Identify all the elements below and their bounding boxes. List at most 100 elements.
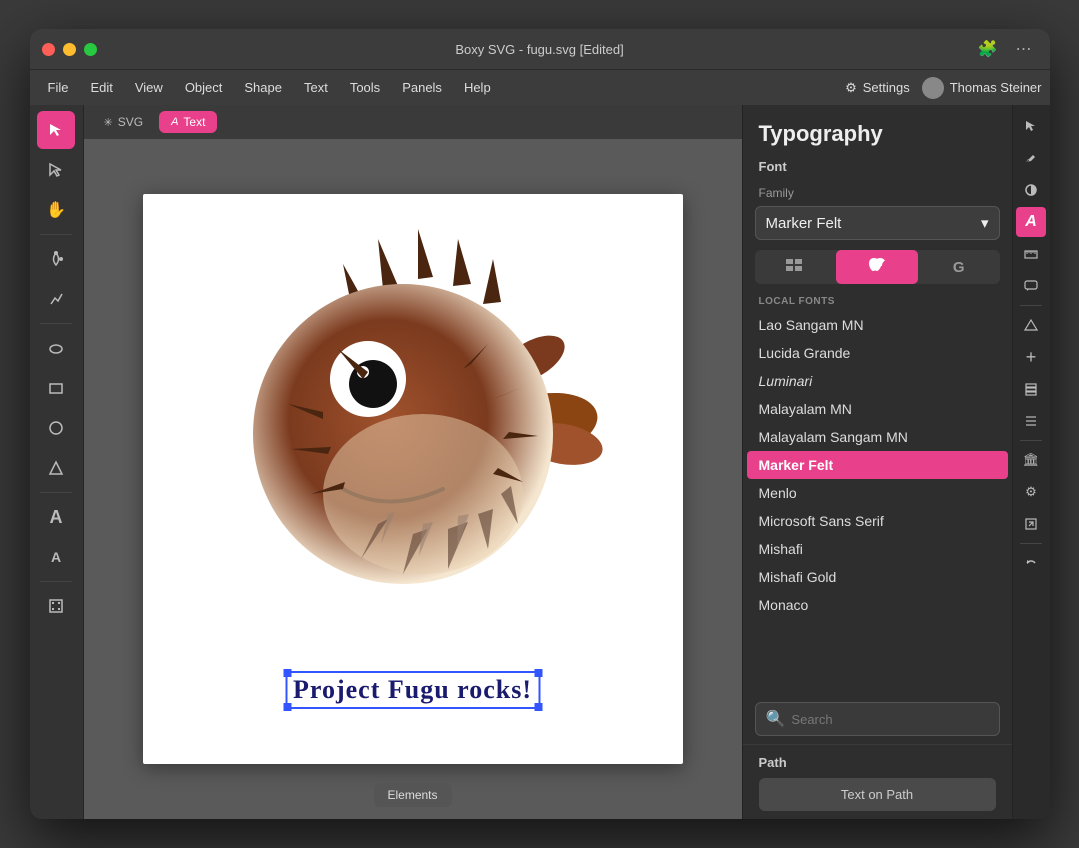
font-item-lucida-grande[interactable]: Lucida Grande bbox=[747, 339, 1008, 367]
gear-tool-right[interactable]: ⚙ bbox=[1016, 477, 1046, 507]
node-edit-tool[interactable] bbox=[37, 240, 75, 278]
font-item-marker-felt[interactable]: Marker Felt bbox=[747, 451, 1008, 479]
font-item-mishafi-gold[interactable]: Mishafi Gold bbox=[747, 563, 1008, 591]
panel-title: Typography bbox=[743, 105, 1012, 155]
settings-label: Settings bbox=[863, 80, 910, 95]
layers-tool-right[interactable] bbox=[1016, 374, 1046, 404]
font-list-section-header: LOCAL FONTS bbox=[743, 292, 1012, 311]
undo-tool-right[interactable] bbox=[1016, 548, 1046, 578]
text-on-path-button[interactable]: Text on Path bbox=[759, 778, 996, 811]
right-separator-3 bbox=[1020, 543, 1042, 544]
main-content: ✋ A A bbox=[30, 105, 1050, 819]
ruler-tool-right[interactable] bbox=[1016, 239, 1046, 269]
font-search-box[interactable]: 🔍 bbox=[755, 702, 1000, 736]
user-button[interactable]: Thomas Steiner bbox=[922, 77, 1042, 99]
font-item-menlo[interactable]: Menlo bbox=[747, 479, 1008, 507]
menu-edit[interactable]: Edit bbox=[80, 76, 122, 99]
font-search-input[interactable] bbox=[791, 712, 988, 727]
settings-sliders-icon: ⚙ bbox=[845, 80, 857, 96]
path-section-label: Path bbox=[759, 755, 996, 770]
handle-tr[interactable] bbox=[534, 669, 542, 677]
font-source-tabs: G bbox=[755, 250, 1000, 284]
circle-tool[interactable] bbox=[37, 409, 75, 447]
font-item-microsoft-sans-serif[interactable]: Microsoft Sans Serif bbox=[747, 507, 1008, 535]
right-separator-1 bbox=[1020, 305, 1042, 306]
maximize-button[interactable] bbox=[84, 43, 97, 56]
canvas-tabs: ✳ SVG A Text bbox=[84, 105, 742, 139]
handle-br[interactable] bbox=[534, 703, 542, 711]
select-tool[interactable] bbox=[37, 111, 75, 149]
menu-shape[interactable]: Shape bbox=[234, 76, 292, 99]
puzzle-icon[interactable]: 🧩 bbox=[974, 35, 1002, 63]
font-item-lao-sangam-mn[interactable]: Lao Sangam MN bbox=[747, 311, 1008, 339]
font-source-apple-tab[interactable] bbox=[836, 250, 918, 284]
menu-text[interactable]: Text bbox=[294, 76, 338, 99]
font-item-mishafi[interactable]: Mishafi bbox=[747, 535, 1008, 563]
font-section-label: Font bbox=[743, 155, 1012, 182]
text-tool[interactable]: A bbox=[37, 498, 75, 536]
menu-panels[interactable]: Panels bbox=[392, 76, 452, 99]
plus-tool-right[interactable]: + bbox=[1016, 342, 1046, 372]
right-separator-2 bbox=[1020, 440, 1042, 441]
apple-icon bbox=[869, 257, 885, 278]
contrast-tool-right[interactable] bbox=[1016, 175, 1046, 205]
canvas-white: Project Fugu rocks! bbox=[143, 194, 683, 764]
rectangle-tool[interactable] bbox=[37, 369, 75, 407]
menubar-right-section: ⚙ Settings Thomas Steiner bbox=[845, 77, 1041, 99]
toolbar-separator-1 bbox=[40, 234, 72, 235]
triangle-tool[interactable] bbox=[37, 449, 75, 487]
comment-tool-right[interactable] bbox=[1016, 271, 1046, 301]
typography-tool-right[interactable]: A bbox=[1016, 207, 1046, 237]
elements-button[interactable]: Elements bbox=[373, 783, 451, 807]
settings-button[interactable]: ⚙ Settings bbox=[845, 80, 910, 96]
tab-text[interactable]: A Text bbox=[159, 111, 217, 133]
frame-tool[interactable] bbox=[37, 587, 75, 625]
tab-svg[interactable]: ✳ SVG bbox=[92, 111, 156, 133]
text-tab-icon: A bbox=[171, 116, 178, 128]
direct-select-tool[interactable] bbox=[37, 151, 75, 189]
font-item-malayalam-mn[interactable]: Malayalam MN bbox=[747, 395, 1008, 423]
tab-svg-label: SVG bbox=[118, 115, 143, 129]
pointer-tool-right[interactable] bbox=[1016, 111, 1046, 141]
handle-tl[interactable] bbox=[283, 669, 291, 677]
bank-tool-right[interactable]: 🏛 bbox=[1016, 445, 1046, 475]
toolbar-separator-3 bbox=[40, 492, 72, 493]
toolbar-separator-4 bbox=[40, 581, 72, 582]
menu-file[interactable]: File bbox=[38, 76, 79, 99]
font-family-dropdown[interactable]: Marker Felt ▾ bbox=[755, 206, 1000, 240]
menu-view[interactable]: View bbox=[125, 76, 173, 99]
font-source-google-tab[interactable]: G bbox=[918, 250, 1000, 284]
font-list: Lao Sangam MN Lucida Grande Luminari Mal… bbox=[747, 311, 1008, 696]
canvas-text-element[interactable]: Project Fugu rocks! bbox=[285, 671, 540, 709]
font-item-monaco[interactable]: Monaco bbox=[747, 591, 1008, 619]
menu-tools[interactable]: Tools bbox=[340, 76, 390, 99]
right-icon-toolbar: A + 🏛 ⚙ bbox=[1012, 105, 1050, 819]
list-tool-right[interactable] bbox=[1016, 406, 1046, 436]
font-item-luminari[interactable]: Luminari bbox=[747, 367, 1008, 395]
titlebar: Boxy SVG - fugu.svg [Edited] 🧩 ⋯ bbox=[30, 29, 1050, 69]
menu-help[interactable]: Help bbox=[454, 76, 501, 99]
path-section: Path Text on Path bbox=[743, 744, 1012, 819]
window-title: Boxy SVG - fugu.svg [Edited] bbox=[455, 42, 623, 57]
menubar: File Edit View Object Shape Text Tools P… bbox=[30, 69, 1050, 105]
font-item-malayalam-sangam-mn[interactable]: Malayalam Sangam MN bbox=[747, 423, 1008, 451]
canvas-viewport[interactable]: Project Fugu rocks! Elements bbox=[84, 139, 742, 819]
text-small-tool[interactable]: A bbox=[37, 538, 75, 576]
svg-tab-icon: ✳ bbox=[104, 116, 113, 129]
pencil-tool-right[interactable] bbox=[1016, 143, 1046, 173]
pen-tool[interactable] bbox=[37, 280, 75, 318]
close-button[interactable] bbox=[42, 43, 55, 56]
pan-tool[interactable]: ✋ bbox=[37, 191, 75, 229]
handle-bl[interactable] bbox=[283, 703, 291, 711]
export-tool-right[interactable] bbox=[1016, 509, 1046, 539]
tab-text-label: Text bbox=[183, 115, 205, 129]
font-source-list-tab[interactable] bbox=[755, 250, 837, 284]
minimize-button[interactable] bbox=[63, 43, 76, 56]
list-grid-icon bbox=[786, 259, 804, 276]
ellipse-tool[interactable] bbox=[37, 329, 75, 367]
canvas-area: ✳ SVG A Text bbox=[84, 105, 742, 819]
more-options-button[interactable]: ⋯ bbox=[1010, 35, 1038, 63]
menu-object[interactable]: Object bbox=[175, 76, 233, 99]
left-toolbar: ✋ A A bbox=[30, 105, 84, 819]
triangle-right-tool[interactable] bbox=[1016, 310, 1046, 340]
